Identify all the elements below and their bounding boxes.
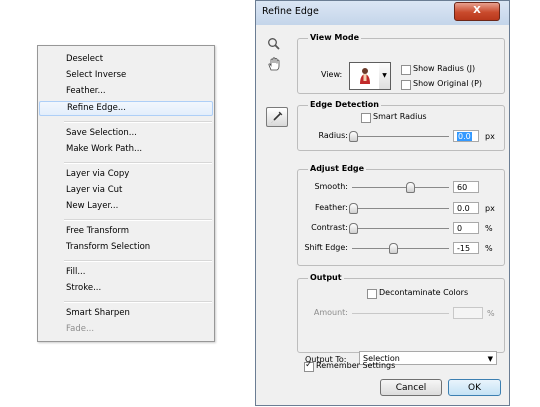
menu-item-fill[interactable]: Fill...: [39, 265, 213, 280]
menu-item-select-inverse[interactable]: Select Inverse: [39, 68, 213, 83]
shift-edge-field[interactable]: -15: [453, 242, 479, 254]
view-dropdown-button[interactable]: ▼: [379, 62, 391, 90]
amount-field: [453, 307, 483, 319]
smooth-label: Smooth:: [314, 182, 348, 191]
menu-item-deselect[interactable]: Deselect: [39, 52, 213, 67]
menu-item-transform-selection[interactable]: Transform Selection: [39, 240, 213, 255]
menu-separator: [64, 121, 212, 123]
menu-separator: [64, 162, 212, 164]
output-group: Output Decontaminate Colors Amount: %: [297, 273, 505, 353]
close-button[interactable]: X: [454, 2, 500, 21]
shift-edge-label: Shift Edge:: [304, 243, 348, 252]
refine-radius-brush-icon[interactable]: [266, 107, 288, 127]
smooth-slider-track[interactable]: [352, 187, 449, 188]
context-menu: Deselect Select Inverse Feather... Refin…: [37, 45, 215, 342]
contrast-slider-track[interactable]: [352, 228, 449, 229]
menu-item-smart-sharpen[interactable]: Smart Sharpen: [39, 306, 213, 321]
menu-item-stroke[interactable]: Stroke...: [39, 281, 213, 296]
feather-field[interactable]: 0.0: [453, 202, 479, 214]
dropdown-arrow-icon: ▼: [382, 72, 387, 79]
smart-radius-checkbox[interactable]: [361, 113, 371, 123]
hand-icon[interactable]: [267, 57, 281, 75]
view-preview[interactable]: [349, 62, 381, 90]
show-original-label: Show Original (P): [413, 79, 483, 88]
dialog-titlebar: Refine Edge X: [256, 1, 509, 25]
contrast-slider-thumb[interactable]: [349, 223, 358, 234]
view-mode-heading: View Mode: [308, 33, 362, 42]
smart-radius-label: Smart Radius: [373, 112, 427, 121]
dialog-body: View Mode View: ▼ Show Radius (J) Show O…: [260, 25, 505, 401]
show-radius-checkbox[interactable]: [401, 65, 411, 75]
radius-unit: px: [485, 132, 495, 141]
menu-separator: [64, 301, 212, 303]
remember-settings-label: Remember Settings: [316, 361, 396, 370]
menu-item-layer-via-copy[interactable]: Layer via Copy: [39, 167, 213, 182]
smooth-slider-thumb[interactable]: [406, 182, 415, 193]
menu-item-save-selection[interactable]: Save Selection...: [39, 126, 213, 141]
edge-detection-group: Edge Detection Smart Radius Radius: 0.0 …: [297, 100, 505, 151]
smooth-field[interactable]: 60: [453, 181, 479, 193]
menu-separator: [64, 260, 212, 262]
contrast-unit: %: [485, 224, 493, 233]
dialog-title: Refine Edge: [262, 6, 319, 17]
show-original-checkbox[interactable]: [401, 80, 411, 90]
amount-slider-track: [352, 313, 449, 314]
menu-separator: [64, 219, 212, 221]
cancel-button[interactable]: Cancel: [380, 379, 442, 396]
feather-slider-track[interactable]: [352, 208, 449, 209]
radius-slider-thumb[interactable]: [349, 131, 358, 142]
contrast-label: Contrast:: [311, 223, 348, 232]
menu-item-layer-via-cut[interactable]: Layer via Cut: [39, 183, 213, 198]
shift-edge-slider-thumb[interactable]: [389, 243, 398, 254]
menu-item-new-layer[interactable]: New Layer...: [39, 199, 213, 214]
menu-item-free-transform[interactable]: Free Transform: [39, 224, 213, 239]
menu-item-make-work-path[interactable]: Make Work Path...: [39, 142, 213, 157]
edge-detection-heading: Edge Detection: [308, 100, 381, 109]
shift-edge-slider-track[interactable]: [352, 248, 449, 249]
adjust-edge-heading: Adjust Edge: [308, 164, 367, 173]
close-icon: X: [473, 5, 481, 16]
dropdown-arrow-icon: ▼: [487, 355, 493, 363]
radius-field[interactable]: 0.0: [453, 130, 479, 142]
contrast-field[interactable]: 0: [453, 222, 479, 234]
shift-edge-unit: %: [485, 244, 493, 253]
layer-preview-icon: [360, 68, 370, 84]
feather-unit: px: [485, 204, 495, 213]
decontaminate-colors-label: Decontaminate Colors: [379, 288, 469, 297]
menu-item-feather[interactable]: Feather...: [39, 84, 213, 99]
remember-settings-checkbox[interactable]: [304, 360, 314, 372]
radius-slider-track[interactable]: [352, 136, 449, 137]
refine-edge-dialog: Refine Edge X View Mode View: ▼ Show Rad…: [255, 0, 510, 406]
output-heading: Output: [308, 273, 344, 282]
view-mode-group: View Mode View: ▼ Show Radius (J) Show O…: [297, 33, 505, 94]
amount-label: Amount:: [313, 308, 348, 317]
radius-label: Radius:: [318, 131, 348, 140]
decontaminate-colors-checkbox[interactable]: [367, 289, 377, 299]
show-radius-label: Show Radius (J): [413, 64, 476, 73]
menu-item-fade: Fade...: [66, 324, 95, 334]
feather-slider-thumb[interactable]: [349, 203, 358, 214]
adjust-edge-group: Adjust Edge Smooth: 60 Feather: 0.0 px C…: [297, 164, 505, 266]
ok-button[interactable]: OK: [448, 379, 501, 396]
feather-label: Feather:: [315, 203, 348, 212]
menu-item-refine-edge[interactable]: Refine Edge...: [39, 101, 213, 116]
view-label: View:: [321, 70, 343, 79]
amount-unit: %: [487, 309, 495, 318]
zoom-icon[interactable]: [267, 37, 281, 54]
